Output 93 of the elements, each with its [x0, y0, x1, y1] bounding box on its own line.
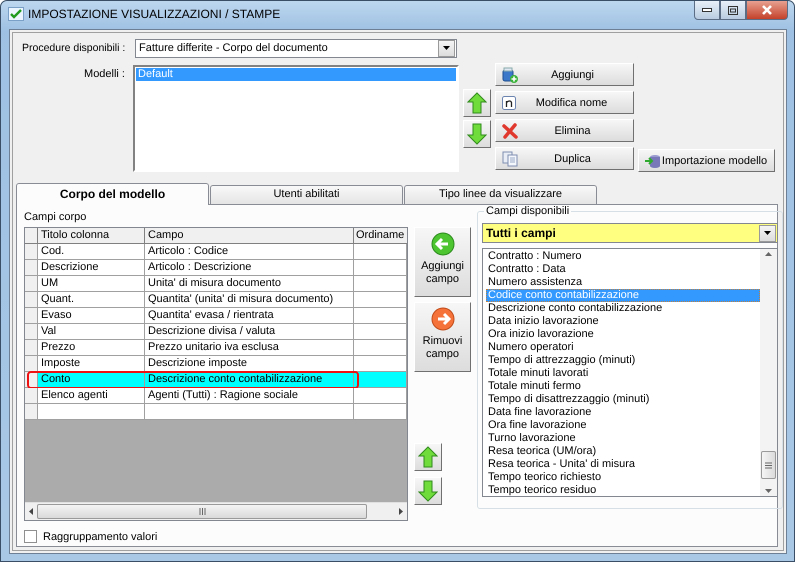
table-row[interactable]: Imposte Descrizione imposte: [25, 356, 407, 372]
list-item[interactable]: Descrizione conto contabilizzazione: [486, 302, 760, 315]
section-label: Campi corpo: [24, 211, 88, 223]
move-up-button[interactable]: [414, 443, 442, 471]
minimize-button[interactable]: [694, 1, 720, 20]
copy-icon: [502, 150, 518, 166]
box-plus-icon: [502, 66, 518, 82]
row-selector[interactable]: [25, 308, 38, 324]
list-item[interactable]: Tempo di attrezzaggio (minuti): [486, 354, 760, 367]
filter-dropdown[interactable]: Tutti i campi: [482, 223, 778, 243]
list-item[interactable]: Ora inizio lavorazione: [486, 328, 760, 341]
empty-table-row[interactable]: [25, 404, 407, 420]
scroll-left-icon[interactable]: [29, 508, 33, 515]
up-arrow-icon: [418, 446, 438, 468]
scroll-down-icon[interactable]: [765, 489, 772, 493]
dropdown-arrow-icon: [443, 46, 450, 50]
delete-icon: [502, 122, 518, 138]
list-item[interactable]: Numero assistenza: [486, 276, 760, 289]
row-selector[interactable]: [25, 260, 38, 276]
table-row[interactable]: UM Unita' di misura documento: [25, 276, 407, 292]
procedure-dropdown[interactable]: Fatture differite - Corpo del documento: [135, 38, 457, 58]
list-item[interactable]: Resa teorica (UM/ora): [486, 445, 760, 458]
tab[interactable]: Utenti abilitati: [210, 185, 403, 204]
tab[interactable]: Corpo del modello: [16, 183, 209, 205]
scrollbar-thumb[interactable]: [37, 504, 367, 519]
move-up-button[interactable]: [463, 89, 491, 117]
minimize-icon: [702, 8, 712, 12]
move-down-button[interactable]: [414, 477, 442, 505]
down-arrow-icon: [418, 480, 438, 502]
add-field-button[interactable]: Aggiungi campo: [414, 227, 471, 297]
list-item[interactable]: Contratto : Numero: [486, 250, 760, 263]
duplicate-button[interactable]: Duplica: [495, 147, 634, 170]
list-item[interactable]: Contratto : Data: [486, 263, 760, 276]
rename-button[interactable]: Modifica nome: [495, 91, 634, 114]
row-selector[interactable]: [25, 244, 38, 260]
table-cell: Imposte: [38, 356, 145, 372]
list-item[interactable]: Tempo teorico richiesto: [486, 471, 760, 484]
tab[interactable]: Tipo linee da visualizzare: [404, 185, 597, 204]
down-arrow-icon: [467, 123, 487, 145]
row-selector[interactable]: [25, 356, 38, 372]
dropdown-arrow-icon: [764, 231, 771, 235]
rename-icon: [502, 96, 516, 110]
scroll-right-icon[interactable]: [399, 508, 403, 515]
group-title: Campi disponibili: [484, 205, 572, 217]
table-row[interactable]: Evaso Quantita' evasa / rientrata: [25, 308, 407, 324]
list-item[interactable]: Tempo teorico residuo: [486, 484, 760, 496]
list-item[interactable]: Totale minuti lavorati: [486, 367, 760, 380]
up-arrow-icon: [467, 92, 487, 114]
move-down-button[interactable]: [463, 120, 491, 148]
maximize-button[interactable]: [720, 1, 746, 20]
delete-button[interactable]: Elimina: [495, 119, 634, 142]
close-button[interactable]: [746, 1, 788, 20]
list-item[interactable]: Data inizio lavorazione: [486, 315, 760, 328]
table-row[interactable]: Val Descrizione divisa / valuta: [25, 324, 407, 340]
checkbox[interactable]: [24, 530, 37, 543]
checkbox-label: Raggruppamento valori: [43, 530, 158, 542]
list-item[interactable]: Data fine lavorazione: [486, 406, 760, 419]
add-button[interactable]: Aggiungi: [495, 63, 634, 86]
table-row[interactable]: Quant. Quantita' (unita' di misura documento): [25, 292, 407, 308]
table-row[interactable]: Elenco agenti Agenti (Tutti) : Ragione sociale: [25, 388, 407, 404]
close-icon: [761, 5, 773, 15]
table-row[interactable]: Conto Descrizione conto contabilizzazione: [25, 372, 407, 388]
grip-icon: [765, 462, 772, 468]
row-selector[interactable]: [25, 324, 38, 340]
checkmark-icon: [8, 7, 24, 21]
list-item[interactable]: Totale minuti fermo: [486, 380, 760, 393]
list-item[interactable]: Resa teorica - Unita' di misura: [486, 458, 760, 471]
list-item[interactable]: Numero operatori: [486, 341, 760, 354]
field-label: Modelli :: [83, 67, 126, 82]
import-button[interactable]: Importazione modello: [638, 149, 775, 172]
list-item[interactable]: Ora fine lavorazione: [486, 419, 760, 432]
vertical-scrollbar[interactable]: [760, 249, 777, 496]
table-cell: Descrizione imposte: [145, 356, 354, 372]
corner-header[interactable]: [25, 228, 38, 244]
grip-icon: [198, 508, 206, 515]
row-selector[interactable]: [25, 340, 38, 356]
database-import-icon: [645, 152, 661, 168]
field-label: Procedure disponibili :: [21, 42, 126, 54]
row-selector[interactable]: [25, 292, 38, 308]
remove-field-button[interactable]: Rimuovi campo: [414, 302, 471, 372]
list-item[interactable]: Tempo di disattrezzaggio (minuti): [486, 393, 760, 406]
table-row[interactable]: Cod. Articolo : Codice: [25, 244, 407, 260]
row-selector[interactable]: [25, 404, 38, 420]
list-item[interactable]: Turno lavorazione: [486, 432, 760, 445]
table-row[interactable]: Descrizione Articolo : Descrizione: [25, 260, 407, 276]
window-title: IMPOSTAZIONE VISUALIZZAZIONI / STAMPE: [28, 7, 280, 21]
scroll-up-icon[interactable]: [765, 252, 772, 256]
horizontal-scrollbar[interactable]: [25, 502, 407, 520]
table-row[interactable]: Prezzo Prezzo unitario iva esclusa: [25, 340, 407, 356]
scrollbar-thumb[interactable]: [761, 451, 776, 479]
restore-icon: [728, 6, 738, 14]
row-selector[interactable]: [25, 276, 38, 292]
row-selector[interactable]: [25, 388, 38, 404]
